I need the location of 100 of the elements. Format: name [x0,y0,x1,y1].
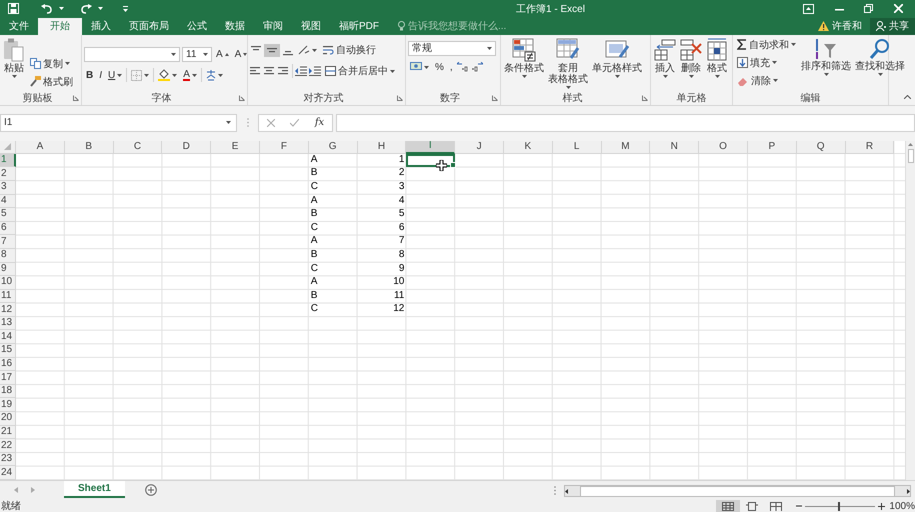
find-select-button[interactable]: 查找和选择 [854,36,906,77]
column-header[interactable]: D [162,140,212,154]
number-format-field[interactable]: 常规 [408,40,496,56]
column-header[interactable]: B [64,140,114,154]
zoom-in-icon[interactable] [878,502,886,510]
column-header[interactable]: R [846,140,894,154]
column-header[interactable]: I [406,140,456,154]
zoom-slider-thumb[interactable] [838,502,840,511]
dialog-launcher-icon[interactable] [492,95,498,102]
merge-center-button[interactable]: 合并后居中 [323,63,397,80]
italic-button[interactable]: I [97,68,104,82]
row-header[interactable]: 15 [0,344,16,358]
vertical-scrollbar[interactable] [905,140,915,480]
table-format-button[interactable]: 套用 表格格式 [547,36,589,90]
row-header[interactable]: 11 [0,290,16,304]
dialog-launcher-icon[interactable] [73,95,79,102]
sheet-tab[interactable]: Sheet1 [64,481,125,498]
scrollbar-thumb[interactable] [908,148,914,163]
align-center-icon[interactable] [264,66,276,77]
sort-filter-button[interactable]: 排序和筛选 [800,36,852,77]
column-header[interactable]: P [748,140,797,154]
horizontal-scrollbar[interactable] [564,485,911,498]
customize-menu-icon[interactable] [123,6,128,12]
decrease-decimal-icon[interactable] [470,62,483,72]
row-header[interactable]: 12 [0,303,16,317]
column-header[interactable]: N [650,140,700,154]
format-painter-button[interactable]: 格式刷 [28,74,75,90]
row-header[interactable]: 24 [0,466,16,480]
column-header[interactable]: J [455,140,504,154]
clear-button[interactable]: 清除 [735,72,798,89]
grow-font-button[interactable]: A [214,48,231,61]
column-header[interactable]: Q [796,140,846,154]
row-header[interactable]: 2 [0,167,16,181]
font-name-field[interactable] [84,46,180,62]
column-header[interactable]: E [211,140,260,154]
row-header[interactable]: 9 [0,262,16,276]
save-icon[interactable] [8,3,19,14]
bold-button[interactable]: B [84,68,96,82]
ribbon-tab[interactable]: 福昕PDF [330,18,388,35]
delete-cells-button[interactable]: 删除 [679,36,703,79]
zoom-out-icon[interactable] [796,503,802,510]
ribbon-tab[interactable]: 开始 [38,18,82,35]
column-header[interactable]: C [114,140,162,154]
fill-color-button[interactable] [156,68,180,82]
dialog-launcher-icon[interactable] [397,95,403,102]
row-header[interactable]: 1 [0,154,16,168]
column-header[interactable]: A [16,140,65,154]
row-header[interactable]: 4 [0,194,16,208]
row-header[interactable]: 5 [0,208,16,222]
ribbon-tab[interactable]: 视图 [292,18,330,35]
column-header[interactable]: G [308,140,358,154]
decrease-indent-icon[interactable] [295,66,307,76]
view-button[interactable] [716,500,740,512]
add-sheet-icon[interactable] [144,484,157,496]
column-header[interactable]: O [699,140,748,154]
column-header[interactable]: F [260,140,309,154]
name-box[interactable]: I1 [0,114,237,132]
dialog-launcher-icon[interactable] [239,95,245,102]
column-header[interactable]: L [552,140,602,154]
percent-button[interactable]: % [433,60,446,74]
autosum-button[interactable]: 自动求和 [735,36,798,53]
increase-decimal-icon[interactable] [456,62,469,72]
zoom-level[interactable]: 100% [889,500,915,512]
redo-icon[interactable] [80,4,92,14]
column-header[interactable]: K [504,140,553,154]
ribbon-tab[interactable]: 公式 [178,18,216,35]
row-header[interactable]: 22 [0,439,16,453]
undo-icon[interactable] [41,4,53,14]
formula-field[interactable] [336,114,915,132]
column-header[interactable]: M [602,140,650,154]
row-header[interactable]: 21 [0,426,16,440]
close-icon[interactable] [894,4,903,14]
tell-me-field[interactable]: 告诉我您想要做什么... [408,20,518,32]
font-color-button[interactable]: A [181,68,199,82]
align-left-icon[interactable] [250,66,262,77]
fill-button[interactable]: 填充 [735,54,798,71]
row-header[interactable]: 3 [0,180,16,195]
cell-styles-button[interactable]: 单元格样式 [591,36,643,79]
ribbon-tab[interactable]: 插入 [82,18,120,35]
check-icon[interactable] [290,118,300,127]
paste-button[interactable]: 粘贴 [2,36,26,79]
column-header[interactable]: H [358,140,406,154]
borders-button[interactable] [129,68,152,82]
dialog-launcher-icon[interactable] [642,95,648,102]
copy-button[interactable]: 复制 [28,56,75,72]
row-header[interactable]: 16 [0,358,16,372]
restore-icon[interactable] [864,4,874,14]
conditional-format-button[interactable]: 条件格式 [503,36,545,79]
row-header[interactable]: 14 [0,330,16,344]
orientation-button[interactable] [296,44,319,56]
row-header[interactable]: 20 [0,412,16,426]
row-header[interactable]: 23 [0,452,16,466]
ribbon-display-icon[interactable] [803,4,814,14]
ribbon-tab[interactable]: 页面布局 [120,18,178,35]
ribbon-tab[interactable]: 数据 [216,18,254,35]
row-header[interactable]: 13 [0,316,16,330]
row-header[interactable]: 18 [0,384,16,398]
ribbon-tab[interactable]: 审阅 [254,18,292,35]
comma-button[interactable]: , [448,60,455,74]
row-header[interactable]: 17 [0,371,16,385]
